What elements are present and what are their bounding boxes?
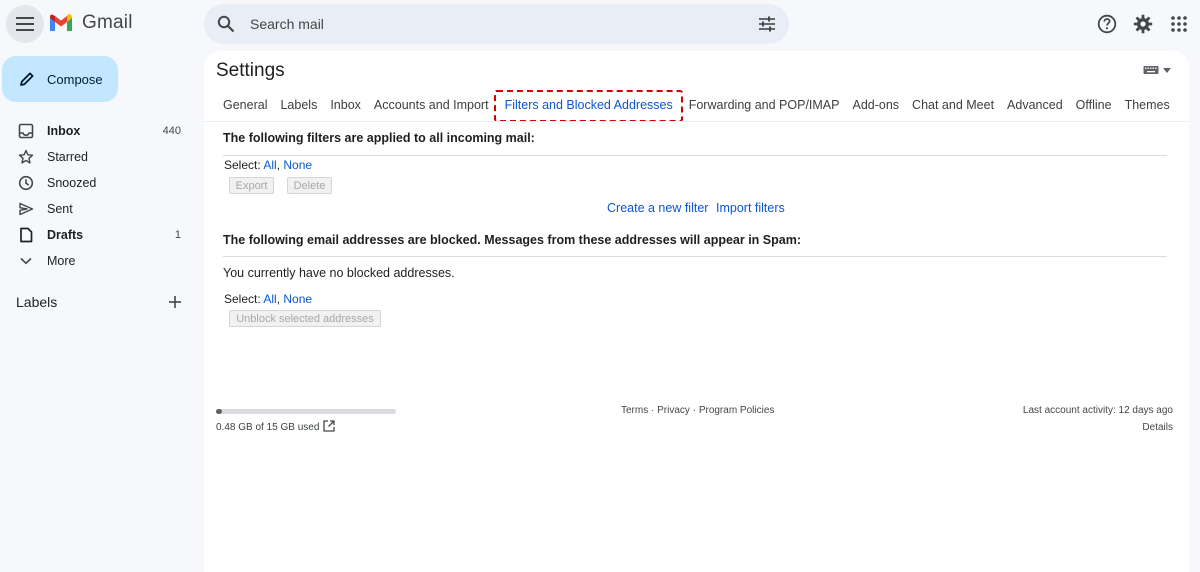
labels-title: Labels (16, 294, 58, 310)
tab-chat-and-meet[interactable]: Chat and Meet (905, 95, 1000, 117)
tab-labels[interactable]: Labels (273, 95, 323, 117)
storage-text: 0.48 GB of 15 GB used (216, 422, 320, 433)
blocked-select-row: Select: All, None (224, 292, 312, 306)
tab-general[interactable]: General (216, 95, 273, 117)
sidebar-item-drafts[interactable]: Drafts 1 (0, 222, 200, 248)
sidebar-item-label: Inbox (47, 124, 81, 138)
select-separator: , (276, 292, 281, 306)
tab-inbox[interactable]: Inbox (323, 95, 367, 117)
select-label: Select: (224, 158, 261, 172)
settings-panel: Settings General Labels Inbox Accounts a… (204, 51, 1189, 572)
search-bar[interactable] (204, 4, 789, 44)
settings-tabs: General Labels Inbox Accounts and Import… (216, 90, 1176, 122)
sidebar-item-label: Snoozed (47, 176, 97, 190)
menu-icon (16, 17, 34, 31)
labels-header: Labels (16, 293, 186, 313)
filters-select-row: Select: All, None (224, 158, 312, 172)
tab-forwarding-and-pop-imap[interactable]: Forwarding and POP/IMAP (682, 95, 846, 117)
storage-meter-fill (216, 409, 222, 414)
gmail-m-icon (50, 14, 72, 31)
no-blocked-text: You currently have no blocked addresses. (223, 266, 455, 280)
details-link[interactable]: Details (1142, 422, 1173, 433)
select-all-link[interactable]: All (263, 158, 276, 172)
filters-heading: The following filters are applied to all… (223, 131, 535, 145)
terms-link[interactable]: Terms (621, 405, 648, 416)
keyboard-icon (1143, 66, 1159, 74)
tab-offline[interactable]: Offline (1069, 95, 1118, 117)
search-icon[interactable] (216, 14, 236, 34)
program-policies-link[interactable]: Program Policies (699, 405, 775, 416)
input-tools-toggle[interactable] (1143, 65, 1171, 75)
tab-accounts-and-import[interactable]: Accounts and Import (367, 95, 495, 117)
star-icon (17, 148, 35, 166)
sidebar-item-starred[interactable]: Starred (0, 144, 200, 170)
export-button[interactable]: Export (229, 177, 274, 194)
send-icon (17, 200, 35, 218)
footer-separator: · (689, 405, 699, 416)
footer-separator: · (648, 405, 658, 416)
sidebar-nav: Inbox 440 Starred Snoozed Sent Drafts 1 … (0, 118, 200, 274)
unread-count: 440 (162, 125, 181, 137)
add-label-icon[interactable] (166, 293, 184, 311)
settings-gear-icon[interactable] (1132, 13, 1154, 35)
select-none-link[interactable]: None (283, 158, 312, 172)
import-filters-link[interactable]: Import filters (716, 201, 785, 215)
top-bar: Gmail (0, 0, 1200, 48)
clock-icon (17, 174, 35, 192)
tab-themes[interactable]: Themes (1118, 95, 1176, 117)
compose-button[interactable]: Compose (2, 56, 118, 102)
select-label: Select: (224, 292, 261, 306)
section-divider (223, 155, 1167, 156)
main-menu-button[interactable] (6, 5, 44, 43)
app-name: Gmail (82, 12, 133, 33)
search-input[interactable] (250, 16, 730, 32)
select-all-link[interactable]: All (263, 292, 276, 306)
help-icon[interactable] (1096, 13, 1118, 35)
storage-meter (216, 409, 396, 414)
blocked-heading: The following email addresses are blocke… (223, 233, 801, 247)
tune-icon[interactable] (757, 14, 777, 34)
footer-links: Terms · Privacy · Program Policies (621, 405, 774, 416)
sidebar-item-label: Drafts (47, 228, 84, 242)
inbox-icon (17, 122, 35, 140)
draft-count: 1 (174, 229, 181, 241)
open-in-new-icon[interactable] (322, 419, 336, 433)
tab-filters-and-blocked-addresses[interactable]: Filters and Blocked Addresses (493, 90, 683, 122)
tabs-divider (204, 121, 1189, 122)
section-divider (223, 256, 1167, 257)
sidebar-item-label: Sent (47, 202, 73, 216)
unblock-selected-button[interactable]: Unblock selected addresses (229, 310, 381, 327)
apps-grid-icon[interactable] (1168, 13, 1190, 35)
sidebar-item-sent[interactable]: Sent (0, 196, 200, 222)
pencil-icon (18, 70, 36, 88)
sidebar-item-label: More (47, 254, 76, 268)
delete-button[interactable]: Delete (287, 177, 332, 194)
sidebar-item-inbox[interactable]: Inbox 440 (0, 118, 200, 144)
compose-label: Compose (47, 71, 103, 87)
gmail-logo[interactable]: Gmail (48, 12, 133, 34)
privacy-link[interactable]: Privacy (657, 405, 690, 416)
draft-icon (17, 226, 35, 244)
page-title: Settings (216, 60, 285, 81)
sidebar-item-snoozed[interactable]: Snoozed (0, 170, 200, 196)
last-account-activity: Last account activity: 12 days ago (1022, 405, 1173, 416)
create-filter-link[interactable]: Create a new filter (607, 201, 708, 215)
caret-down-icon (1163, 67, 1171, 73)
select-separator: , (276, 158, 281, 172)
chevron-down-icon (17, 252, 35, 270)
tab-advanced[interactable]: Advanced (1000, 95, 1069, 117)
select-none-link[interactable]: None (283, 292, 312, 306)
sidebar-item-more[interactable]: More (0, 248, 200, 274)
sidebar-item-label: Starred (47, 150, 88, 164)
tab-add-ons[interactable]: Add-ons (845, 95, 905, 117)
